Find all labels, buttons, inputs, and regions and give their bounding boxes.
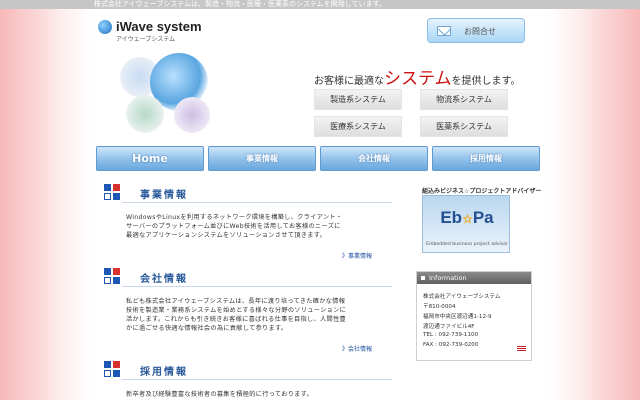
information-box: Information 株式会社アイウェーブシステム 〒810-0004 福岡市… (416, 271, 532, 361)
star-icon: ☆ (462, 212, 473, 226)
section-text-business: WindowsやLinuxを利用するネットワーク環境を構築し、クライアント・ サ… (126, 214, 343, 239)
section-title-company: 会社情報 (140, 274, 188, 285)
link-company[interactable]: 》会社情報 (342, 344, 372, 353)
section-squares-icon (104, 184, 120, 200)
site-logo[interactable]: iWave system アイウェーブシステム (98, 19, 218, 44)
main-nav: Home 事業情報 会社情報 採用情報 (96, 146, 542, 171)
ebpa-subtitle: Embedded business project advisor (426, 242, 508, 247)
section-text-company: 私ども株式会社アイウェーブシステムは、長年に渡り培ってきた確かな情報 技術を製造… (126, 298, 347, 332)
divider (122, 202, 392, 203)
envelope-icon (437, 26, 451, 36)
medical-system-button[interactable]: 医療系システム (314, 116, 402, 137)
info-address1: 福岡市中央区渡辺通1-12-9 (423, 314, 492, 320)
logo-kana: アイウェーブシステム (116, 36, 176, 43)
link-business[interactable]: 》事業情報 (342, 251, 372, 260)
ebpa-banner[interactable]: Eb☆Pa Embedded business project advisor (422, 195, 510, 253)
info-fax: FAX : 092-739-0200 (423, 342, 479, 348)
nav-company[interactable]: 会社情報 (320, 146, 428, 171)
contact-label: お問合せ (464, 27, 496, 36)
flag-icon[interactable] (517, 346, 526, 352)
top-bar: 株式会社アイウェーブシステムは、製造・物流・医療・医薬系のシステムを開発していま… (0, 0, 640, 9)
section-squares-icon (104, 268, 120, 284)
globe-logo-icon (98, 20, 112, 34)
contact-button[interactable]: お問合せ (427, 18, 525, 43)
nav-recruit[interactable]: 採用情報 (432, 146, 540, 171)
information-header: Information (417, 272, 531, 284)
divider (122, 379, 392, 380)
tagline: お客様に最適なシステムを提供します。 (314, 69, 521, 89)
info-company: 株式会社アイウェーブシステム (423, 294, 501, 300)
page: iWave system アイウェーブシステム お問合せ お客様に最適なシステム… (92, 9, 548, 400)
info-address2: 渡辺通ファイビル4F (423, 324, 475, 330)
pharma-system-button[interactable]: 医薬系システム (420, 116, 508, 137)
info-tel: TEL : 092-739-1100 (423, 332, 479, 338)
section-title-business: 事業情報 (140, 190, 188, 201)
manufacturing-system-button[interactable]: 製造系システム (314, 89, 402, 110)
hero-globe-image (120, 53, 214, 133)
ebpa-logo: Eb☆Pa (440, 208, 494, 227)
square-bullet-icon (421, 276, 425, 280)
section-squares-icon (104, 361, 120, 377)
info-postal: 〒810-0004 (423, 304, 456, 310)
nav-business[interactable]: 事業情報 (208, 146, 316, 171)
nav-home[interactable]: Home (96, 146, 204, 171)
divider (122, 286, 392, 287)
ebpa-heading: 組込みビジネス☆プロジェクトアドバイザー (422, 188, 542, 195)
logo-name: iWave system (116, 19, 202, 34)
logistics-system-button[interactable]: 物流系システム (420, 89, 508, 110)
section-title-recruit: 採用情報 (140, 367, 188, 378)
section-text-recruit: 新卒者及び経験豊富な技術者の募集を積極的に行っております。 (126, 391, 314, 398)
